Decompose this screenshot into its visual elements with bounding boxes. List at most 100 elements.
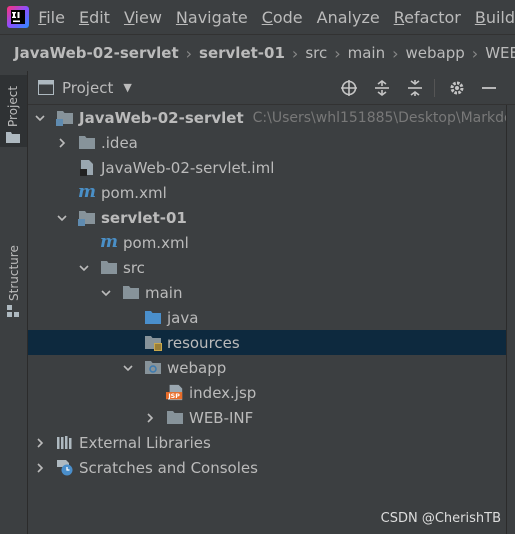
expand-right-icon[interactable] [144,412,156,424]
expand-right-icon[interactable] [34,437,46,449]
no-arrow [56,187,68,199]
iml-file-icon [78,160,96,176]
expand-down-icon[interactable] [34,112,46,124]
menu-view-label: iew [134,7,162,27]
no-arrow [122,312,134,324]
breadcrumb-item-web-inf[interactable]: WEB-INF [485,44,515,62]
tree-item[interactable]: WEB-INF [28,405,515,430]
hide-icon[interactable] [478,77,500,99]
maven-icon: m [78,182,96,202]
tree-item[interactable]: Scratches and Consoles [28,455,515,480]
menu-analyze[interactable]: Analyze [317,8,380,27]
watermark: CSDN @CherishTB [380,511,501,526]
menu-refactor-label: efactor [404,7,461,27]
menu-refactor-mnemonic: R [393,7,405,27]
breadcrumb-item-webapp[interactable]: webapp [406,44,465,62]
tree-item[interactable]: webapp [28,355,515,380]
menu-file-label: ile [46,7,65,27]
no-arrow [122,337,134,349]
panel-title[interactable]: Project [62,79,113,97]
tree-item-label: servlet-01 [101,208,187,227]
tree-item[interactable]: main [28,280,515,305]
breadcrumb-item-module[interactable]: servlet-01 [199,44,285,62]
intellij-logo-icon[interactable] [6,0,30,34]
project-panel: Project ▼ JavaWeb-02-servlet C:\Users\whl… [28,71,515,534]
expand-right-icon[interactable] [34,462,46,474]
source-folder-icon [144,310,162,326]
tree-item[interactable]: servlet-01 [28,205,515,230]
chevron-right-icon: › [291,43,299,63]
tool-tab-structure[interactable]: Structure [0,161,27,321]
tree-item-label: index.jsp [189,383,257,402]
folder-icon [166,410,184,426]
tree-item[interactable]: resources [28,330,506,355]
tree-item-label: pom.xml [101,183,167,202]
settings-icon[interactable] [446,77,468,99]
tree-item-label: External Libraries [79,433,211,452]
tree-item-label: resources [167,333,240,352]
tree-item-path: C:\Users\whl151885\Desktop\Markdo [252,109,513,126]
menu-file[interactable]: File [38,8,65,27]
expand-down-icon[interactable] [78,262,90,274]
chevron-right-icon: › [185,43,193,63]
breadcrumb-item-main[interactable]: main [348,44,385,62]
tree-item[interactable]: JavaWeb-02-servlet C:\Users\whl151885\Des… [28,105,515,130]
breadcrumb-item-project[interactable]: JavaWeb-02-servlet [14,44,179,62]
menu-refactor[interactable]: Refactor [394,8,461,27]
libraries-icon [56,435,74,451]
tree-item[interactable]: m pom.xml [28,230,515,255]
tool-tab-project-label: Project [6,85,20,127]
scratches-icon [56,460,74,476]
expand-down-icon[interactable] [122,362,134,374]
tree-item[interactable]: JSP index.jsp [28,380,515,405]
locate-icon[interactable] [338,77,360,99]
menu-build[interactable]: Build [475,8,515,27]
menu-edit-label: dit [89,7,110,27]
tree-item-label: src [123,258,145,277]
expand-down-icon[interactable] [56,212,68,224]
tree-item-label: webapp [167,358,227,377]
tree-item[interactable]: External Libraries [28,430,515,455]
breadcrumb-item-src[interactable]: src [305,44,327,62]
menu-build-label: uild [485,7,515,27]
scrollbar[interactable] [506,105,515,534]
module-folder-icon [78,210,96,226]
jsp-file-icon: JSP [166,384,184,401]
chevron-down-icon[interactable]: ▼ [123,81,131,94]
tree-item[interactable]: .idea [28,130,515,155]
project-view-icon [38,80,54,95]
resources-folder-icon [144,335,162,351]
module-folder-icon [56,110,74,126]
menu-navigate[interactable]: Navigate [176,8,248,27]
tree-item-label: JavaWeb-02-servlet.iml [101,158,275,177]
menu-code[interactable]: Code [262,8,303,27]
tree-item[interactable]: JavaWeb-02-servlet.iml [28,155,515,180]
tree-item-label: JavaWeb-02-servlet [79,108,244,127]
menu-view[interactable]: View [124,8,162,27]
expand-down-icon[interactable] [100,287,112,299]
expand-right-icon[interactable] [56,137,68,149]
menu-build-mnemonic: B [474,7,486,27]
project-folder-icon [6,132,20,143]
tool-tab-structure-label: Structure [7,245,21,301]
tree-item-label: pom.xml [123,233,189,252]
chevron-right-icon: › [471,43,479,63]
panel-header: Project ▼ [28,71,515,105]
tree-item[interactable]: m pom.xml [28,180,515,205]
tool-tab-project[interactable]: Project [0,75,27,147]
tree-item[interactable]: java [28,305,515,330]
web-folder-icon [144,360,162,376]
tree-item[interactable]: src [28,255,515,280]
chevron-right-icon: › [392,43,399,63]
folder-icon [122,285,140,301]
menu-view-mnemonic: V [123,7,135,27]
structure-icon [7,305,19,317]
header-divider [434,79,435,97]
expand-all-icon[interactable] [371,77,393,99]
svg-text:JSP: JSP [167,393,180,400]
tree-item-label: WEB-INF [189,408,254,427]
menu-edit[interactable]: Edit [79,8,110,27]
folder-icon [78,135,96,151]
collapse-all-icon[interactable] [404,77,426,99]
left-tool-strip: Project Structure [0,71,28,534]
